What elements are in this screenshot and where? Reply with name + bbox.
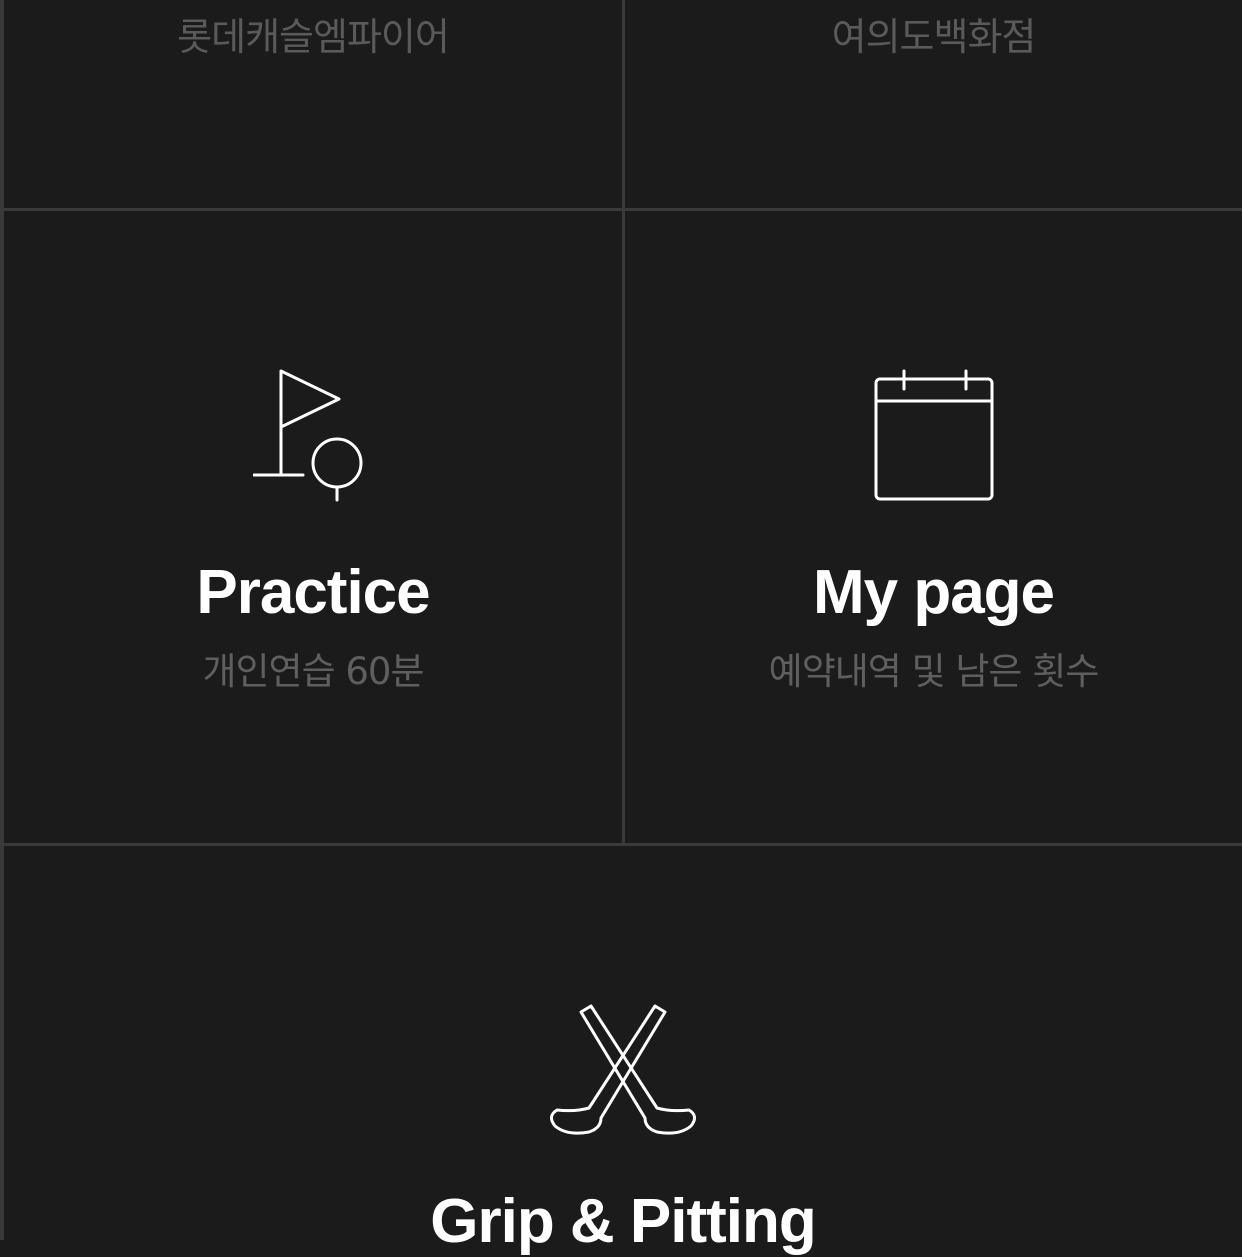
my-page-tile[interactable]: My page 예약내역 및 남은 횟수 <box>625 211 1242 843</box>
grip-pitting-tile[interactable]: Grip & Pitting <box>4 846 1242 1256</box>
my-page-title: My page <box>812 558 1055 627</box>
horizontal-divider-bottom <box>0 843 1242 846</box>
calendar-icon <box>874 369 993 501</box>
store-label: 롯데캐슬엠파이어 <box>177 15 450 59</box>
store-tile-yeouido[interactable]: 여의도백화점 <box>625 0 1242 208</box>
golf-flag-icon <box>253 369 363 502</box>
left-border <box>0 0 4 1240</box>
horizontal-divider-top <box>0 208 1242 211</box>
practice-subtitle: 개인연습 60분 <box>202 650 424 693</box>
menu-grid: 롯데캐슬엠파이어 여의도백화점 Practice 개인연습 60분 My pag… <box>0 0 1242 1256</box>
my-page-subtitle: 예약내역 및 남은 횟수 <box>768 650 1100 693</box>
practice-title: Practice <box>196 558 430 627</box>
vertical-divider <box>622 0 625 843</box>
crossed-golf-clubs-icon <box>550 1004 696 1135</box>
store-tile-lotte-castle[interactable]: 롯데캐슬엠파이어 <box>4 0 622 208</box>
grip-pitting-title: Grip & Pitting <box>430 1187 817 1256</box>
store-label: 여의도백화점 <box>831 15 1037 59</box>
practice-tile[interactable]: Practice 개인연습 60분 <box>4 211 622 843</box>
